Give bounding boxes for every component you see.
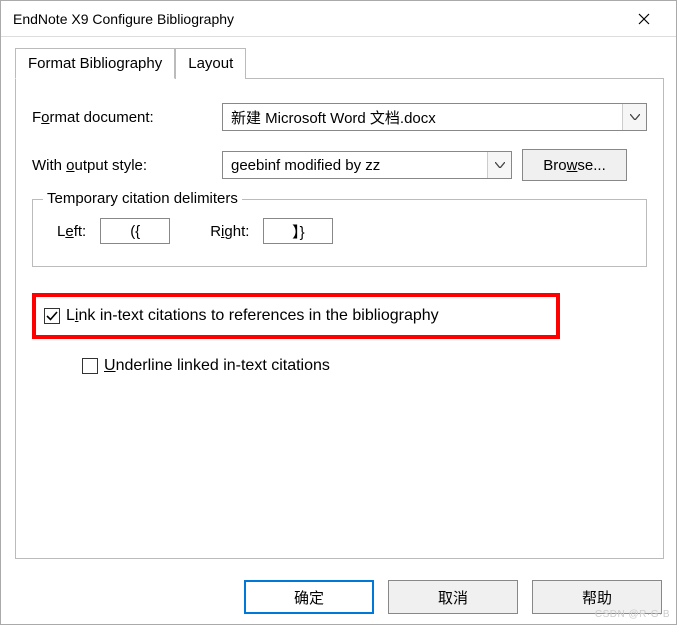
tab-strip: Format Bibliography Layout xyxy=(15,47,664,79)
tab-format-bibliography[interactable]: Format Bibliography xyxy=(15,48,175,79)
format-document-label: Format document: xyxy=(32,109,212,126)
chevron-down-icon xyxy=(487,152,511,178)
delimiters-legend: Temporary citation delimiters xyxy=(43,190,242,207)
left-delimiter-input[interactable] xyxy=(100,218,170,244)
close-button[interactable] xyxy=(624,4,664,34)
format-document-row: Format document: 新建 Microsoft Word 文档.do… xyxy=(32,103,647,131)
close-icon xyxy=(638,13,650,25)
underline-citations-row[interactable]: Underline linked in-text citations xyxy=(82,357,647,375)
output-style-label: With output style: xyxy=(32,157,212,174)
output-style-value: geebinf modified by zz xyxy=(223,157,487,174)
format-document-value: 新建 Microsoft Word 文档.docx xyxy=(223,107,622,128)
delimiters-fieldset: Temporary citation delimiters Left: Righ… xyxy=(32,199,647,267)
window-title: EndNote X9 Configure Bibliography xyxy=(13,11,234,27)
format-document-dropdown[interactable]: 新建 Microsoft Word 文档.docx xyxy=(222,103,647,131)
output-style-dropdown[interactable]: geebinf modified by zz xyxy=(222,151,512,179)
left-delimiter-label: Left: xyxy=(57,223,86,240)
link-citations-row[interactable]: Link in-text citations to references in … xyxy=(44,307,439,325)
watermark: CSDN @R·G·B xyxy=(595,609,670,620)
dialog-content: Format Bibliography Layout Format docume… xyxy=(1,37,676,559)
right-delimiter-label: Right: xyxy=(210,223,249,240)
cancel-button[interactable]: 取消 xyxy=(388,580,518,614)
right-delimiter-input[interactable] xyxy=(263,218,333,244)
dialog-window: EndNote X9 Configure Bibliography Format… xyxy=(0,0,677,625)
tab-panel: Format document: 新建 Microsoft Word 文档.do… xyxy=(15,79,664,559)
delimiters-row: Left: Right: xyxy=(47,218,632,244)
check-icon xyxy=(46,310,58,322)
output-style-row: With output style: geebinf modified by z… xyxy=(32,149,647,181)
link-citations-label: Link in-text citations to references in … xyxy=(66,307,439,325)
ok-button[interactable]: 确定 xyxy=(244,580,374,614)
link-citations-checkbox[interactable] xyxy=(44,308,60,324)
underline-citations-checkbox[interactable] xyxy=(82,358,98,374)
browse-button[interactable]: Browse... xyxy=(522,149,627,181)
highlight-annotation: Link in-text citations to references in … xyxy=(32,293,560,339)
titlebar: EndNote X9 Configure Bibliography xyxy=(1,1,676,37)
underline-citations-label: Underline linked in-text citations xyxy=(104,357,330,375)
chevron-down-icon xyxy=(622,104,646,130)
tab-layout[interactable]: Layout xyxy=(175,48,246,79)
